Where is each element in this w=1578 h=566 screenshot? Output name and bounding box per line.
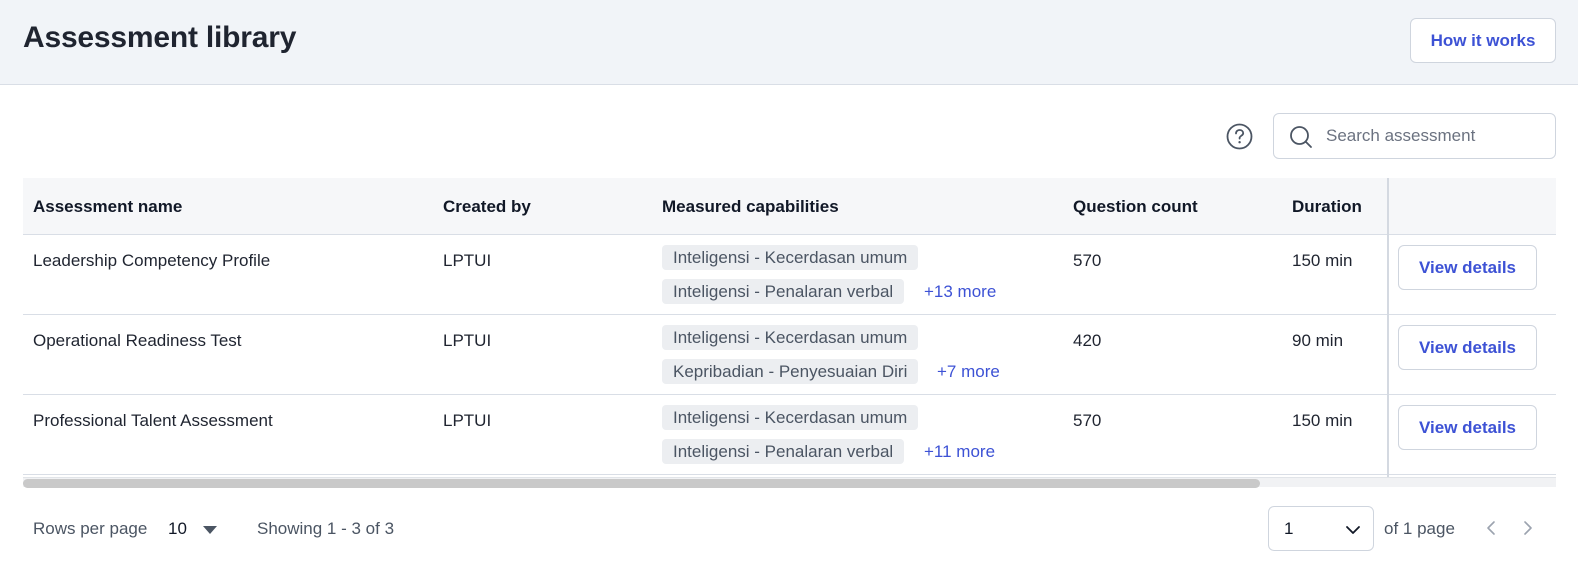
view-details-button[interactable]: View details xyxy=(1398,245,1537,290)
page-select-value: 1 xyxy=(1284,519,1294,538)
sticky-column-divider xyxy=(1387,178,1389,478)
showing-range-text: Showing 1 - 3 of 3 xyxy=(257,519,395,538)
rows-per-page-label: Rows per page xyxy=(33,519,148,538)
horizontal-scrollbar[interactable] xyxy=(23,477,1556,488)
column-header-duration[interactable]: Duration xyxy=(1292,197,1362,217)
created-by-cell: LPTUI xyxy=(443,411,492,430)
table-row: Leadership Competency Profile LPTUI Inte… xyxy=(23,235,1556,315)
question-count-cell: 570 xyxy=(1073,411,1102,430)
assessment-table: Assessment name Created by Measured capa… xyxy=(23,178,1556,478)
column-header-question-count[interactable]: Question count xyxy=(1073,197,1198,217)
rows-per-page-value[interactable]: 10 xyxy=(168,519,187,539)
search-icon xyxy=(1290,126,1312,148)
created-by-cell: LPTUI xyxy=(443,251,492,270)
page-select[interactable]: 1 xyxy=(1268,506,1374,551)
search-input[interactable] xyxy=(1326,114,1546,158)
capability-chip: Inteligensi - Kecerdasan umum xyxy=(662,325,919,350)
duration-cell: 150 min xyxy=(1292,411,1353,430)
capability-chip: Inteligensi - Penalaran verbal xyxy=(662,279,905,304)
question-count-cell: 420 xyxy=(1073,331,1102,350)
more-capabilities-link[interactable]: +7 more xyxy=(937,359,1000,384)
page-total-text: of 1 page xyxy=(1384,519,1455,538)
table-row: Operational Readiness Test LPTUI Intelig… xyxy=(23,315,1556,395)
created-by-cell: LPTUI xyxy=(443,331,492,350)
chevron-right-icon[interactable] xyxy=(1519,519,1537,537)
page-header: Assessment library How it works xyxy=(0,0,1578,85)
page-title: Assessment library xyxy=(23,21,297,54)
how-it-works-button[interactable]: How it works xyxy=(1410,18,1556,63)
duration-cell: 150 min xyxy=(1292,251,1353,270)
capability-chip: Kepribadian - Penyesuaian Diri xyxy=(662,359,919,384)
table-row: Professional Talent Assessment LPTUI Int… xyxy=(23,395,1556,475)
assessment-name-cell: Leadership Competency Profile xyxy=(33,251,271,270)
column-header-created-by[interactable]: Created by xyxy=(443,197,531,217)
assessment-name-cell: Professional Talent Assessment xyxy=(33,411,273,430)
question-count-cell: 570 xyxy=(1073,251,1102,270)
duration-cell: 90 min xyxy=(1292,331,1344,350)
more-capabilities-link[interactable]: +11 more xyxy=(924,439,995,464)
capability-chip: Inteligensi - Penalaran verbal xyxy=(662,439,905,464)
caret-down-icon[interactable] xyxy=(203,526,217,534)
assessment-name-cell: Operational Readiness Test xyxy=(33,331,242,350)
chevron-down-icon xyxy=(1346,526,1360,534)
question-circle-icon[interactable] xyxy=(1226,123,1253,150)
column-header-measured-capabilities[interactable]: Measured capabilities xyxy=(662,197,839,217)
horizontal-scrollbar-thumb[interactable] xyxy=(23,479,1260,488)
capability-chip: Inteligensi - Kecerdasan umum xyxy=(662,405,919,430)
chevron-left-icon[interactable] xyxy=(1482,519,1500,537)
more-capabilities-link[interactable]: +13 more xyxy=(924,279,996,304)
capability-chip: Inteligensi - Kecerdasan umum xyxy=(662,245,919,270)
table-header: Assessment name Created by Measured capa… xyxy=(23,178,1556,235)
search-box[interactable] xyxy=(1273,113,1556,159)
column-header-assessment-name[interactable]: Assessment name xyxy=(33,197,182,217)
view-details-button[interactable]: View details xyxy=(1398,405,1537,450)
view-details-button[interactable]: View details xyxy=(1398,325,1537,370)
